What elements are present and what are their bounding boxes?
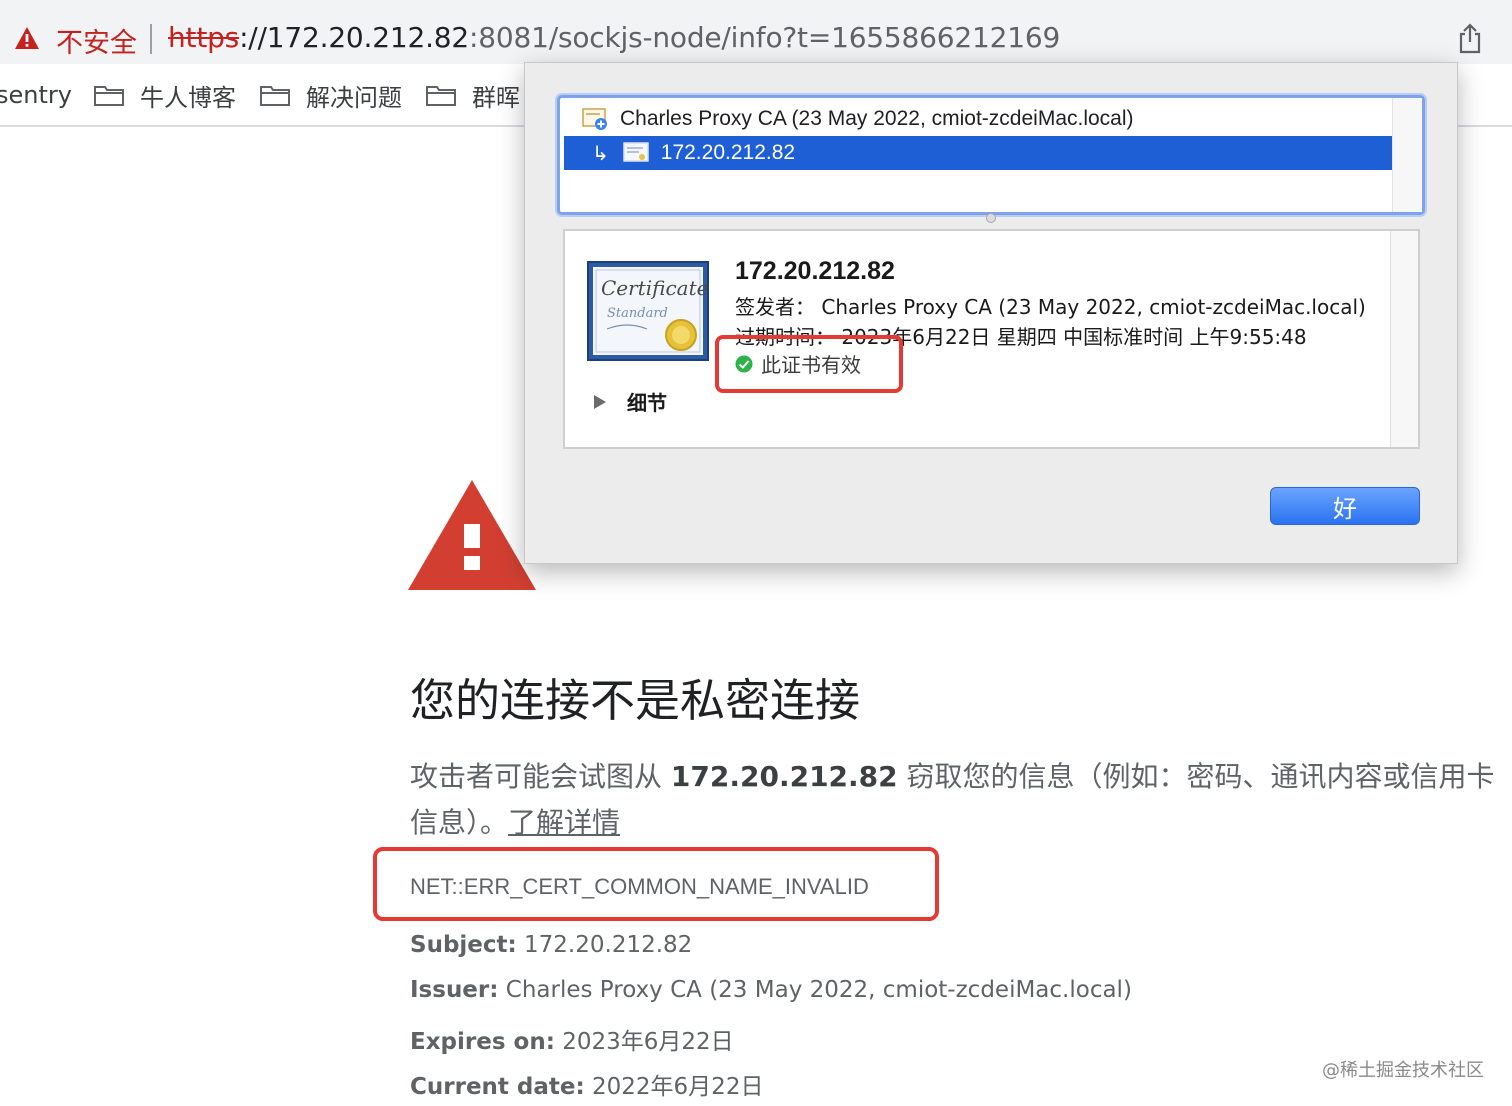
expires-line: Expires on: 2023年6月22日 <box>410 1022 734 1056</box>
url-text[interactable]: https://172.20.212.82:8081/sockjs-node/i… <box>168 21 1060 54</box>
warning-icon[interactable] <box>14 26 40 50</box>
issuer-label: Issuer: <box>410 977 499 1003</box>
certificate-name: 172.20.212.82 <box>735 257 895 285</box>
certificate-dialog: Charles Proxy CA (23 May 2022, cmiot-zcd… <box>524 62 1458 564</box>
svg-text:Standard: Standard <box>607 306 668 321</box>
url-host: ://172.20.212.82 <box>239 21 470 54</box>
tree-item-label: Charles Proxy CA (23 May 2022, cmiot-zcd… <box>620 107 1134 130</box>
bookmark-label: sentry <box>0 81 72 109</box>
error-title: 您的连接不是私密连接 <box>410 674 861 727</box>
desc-host: 172.20.212.82 <box>670 760 898 793</box>
tree-item-label: 172.20.212.82 <box>660 141 796 164</box>
bookmark-label: 群晖 <box>472 83 520 112</box>
learn-more-link[interactable]: 了解详情 <box>508 806 620 839</box>
bookmark-folder-blogs[interactable]: 牛人博客 <box>94 78 236 112</box>
certificate-issuer: 签发者： Charles Proxy CA (23 May 2022, cmio… <box>735 295 1366 319</box>
details-label: 细节 <box>627 391 667 415</box>
current-date-value: 2022年6月22日 <box>584 1074 764 1100</box>
certificate-tree[interactable]: Charles Proxy CA (23 May 2022, cmiot-zcd… <box>557 95 1425 215</box>
details-disclosure[interactable]: 细节 <box>593 387 667 416</box>
certificate-details-pane: Certificate Standard 172.20.212.82 签发者： … <box>563 229 1420 449</box>
error-description: 攻击者可能会试图从 172.20.212.82 窃取您的信息（例如：密码、通讯内… <box>410 754 1510 846</box>
certificate-icon <box>623 142 649 162</box>
issuer-value: Charles Proxy CA (23 May 2022, cmiot-zcd… <box>498 977 1132 1003</box>
tree-scrollbar[interactable] <box>1392 98 1422 212</box>
desc-before: 攻击者可能会试图从 <box>410 760 671 793</box>
child-arrow-icon: ↳ <box>592 142 609 165</box>
share-icon[interactable] <box>1456 22 1484 54</box>
url-scheme: https <box>168 21 240 54</box>
subject-line: Subject: 172.20.212.82 <box>410 932 692 958</box>
error-code: NET::ERR_CERT_COMMON_NAME_INVALID <box>410 874 869 899</box>
valid-status-highlight <box>715 335 903 393</box>
subject-label: Subject: <box>410 932 517 958</box>
split-view-handle[interactable] <box>986 213 996 223</box>
warning-triangle-icon <box>408 480 536 590</box>
certificate-standard-icon: Certificate Standard <box>587 261 709 361</box>
folder-icon <box>94 86 124 106</box>
address-bar: 不安全 https://172.20.212.82:8081/sockjs-no… <box>0 0 1512 64</box>
expires-label: Expires on: <box>410 1029 555 1055</box>
disclosure-triangle-icon <box>594 394 606 409</box>
issuer-line: Issuer: Charles Proxy CA (23 May 2022, c… <box>410 977 1132 1003</box>
certificate-root-icon <box>582 108 607 130</box>
expires-value: 2023年6月22日 <box>554 1029 734 1055</box>
watermark: @稀土掘金技术社区 <box>1322 1060 1484 1081</box>
subject-value: 172.20.212.82 <box>516 932 693 958</box>
ok-button[interactable]: 好 <box>1270 487 1420 525</box>
folder-icon <box>260 86 290 106</box>
details-scrollbar[interactable] <box>1390 231 1418 447</box>
address-separator <box>150 24 152 54</box>
not-secure-label[interactable]: 不安全 <box>56 21 137 60</box>
bookmark-folder-synology[interactable]: 群晖 <box>426 78 520 112</box>
omnibox[interactable]: 不安全 https://172.20.212.82:8081/sockjs-no… <box>0 6 1512 60</box>
current-date-label: Current date: <box>410 1074 585 1100</box>
tree-item-root-ca[interactable]: Charles Proxy CA (23 May 2022, cmiot-zcd… <box>564 102 1392 136</box>
tree-item-host-cert[interactable]: ↳ 172.20.212.82 <box>564 136 1392 170</box>
bookmark-label: 解决问题 <box>306 83 402 112</box>
bookmark-folder-solutions[interactable]: 解决问题 <box>260 78 402 112</box>
bookmark-sentry[interactable]: sentry <box>0 78 72 112</box>
current-date-line: Current date: 2022年6月22日 <box>410 1067 763 1101</box>
bookmark-label: 牛人博客 <box>140 83 236 112</box>
url-path: :8081/sockjs-node/info?t=1655866212169 <box>469 21 1061 54</box>
folder-icon <box>426 86 456 106</box>
svg-text:Certificate: Certificate <box>601 276 708 300</box>
